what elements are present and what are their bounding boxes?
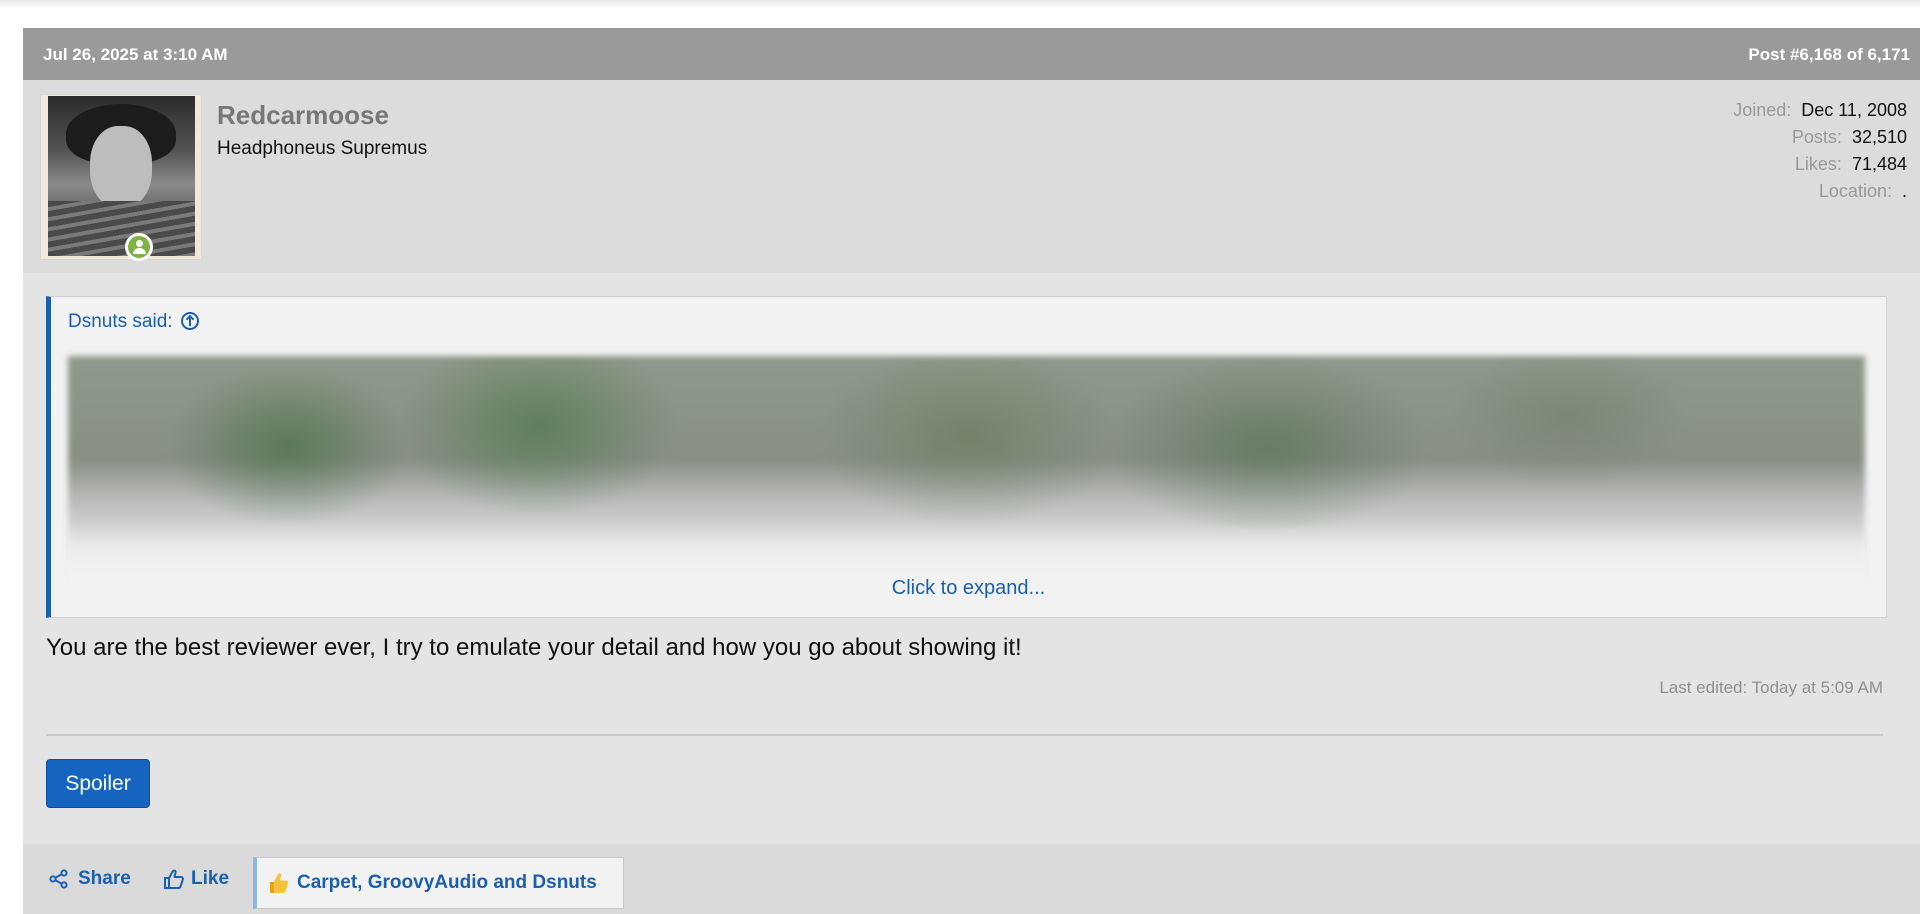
stat-label: Location: [1818,181,1892,201]
stat-value[interactable]: 32,510 [1852,127,1907,147]
avatar-water [48,201,195,256]
stat-value: Dec 11, 2008 [1801,100,1907,120]
stat-posts: Posts: 32,510 [1733,124,1907,151]
stat-value: 71,484 [1851,154,1907,174]
like-label: Like [191,868,230,889]
post-footer: Share Like Carpet, GroovyAudio and Dsnut… [23,844,1920,914]
divider [46,734,1883,736]
user-title: Headphoneus Supremus [217,138,428,159]
click-to-expand-link[interactable]: Click to expand... [51,577,1886,600]
share-label: Share [78,868,131,889]
avatar[interactable] [48,96,195,256]
post-header: Jul 26, 2025 at 3:10 AM Post #6,168 of 6… [23,28,1920,80]
share-button[interactable]: Share [49,844,131,914]
spoiler-button[interactable]: Spoiler [46,759,150,808]
reactions-summary[interactable]: Carpet, GroovyAudio and Dsnuts [253,857,624,909]
stat-likes: Likes: 71,484 [1733,151,1907,178]
stat-location: Location: . [1733,178,1907,205]
like-button[interactable]: Like [163,844,229,914]
stat-value: . [1901,181,1907,201]
post-number[interactable]: Post #6,168 of 6,171 [1748,45,1910,65]
online-status-icon [125,233,153,261]
username[interactable]: Redcarmoose [217,100,389,131]
arrow-up-circle-icon[interactable] [180,312,199,330]
top-shadow [0,0,1920,8]
user-block: Redcarmoose Headphoneus Supremus Joined:… [23,80,1920,273]
reactions-label: Carpet, GroovyAudio and Dsnuts [297,872,597,893]
quote-author[interactable]: Dsnuts said: [68,311,173,332]
thumbs-up-icon [164,869,184,889]
stat-label: Posts: [1791,127,1842,147]
user-stats: Joined: Dec 11, 2008 Posts: 32,510 Likes… [1733,97,1907,205]
last-edited: Last edited: Today at 5:09 AM [1659,678,1883,697]
stat-joined: Joined: Dec 11, 2008 [1733,97,1907,124]
stat-label: Likes: [1794,154,1842,174]
avatar-frame[interactable] [41,95,201,261]
share-icon [49,869,68,889]
avatar-face [90,126,152,208]
post-message: You are the best reviewer ever, I try to… [46,634,1022,661]
post-date[interactable]: Jul 26, 2025 at 3:10 AM [43,45,228,65]
quote-block: Dsnuts said: Click to expand... [46,296,1887,618]
thumbs-up-emoji-icon [270,873,289,893]
stat-label: Joined: [1733,100,1792,120]
quote-attribution[interactable]: Dsnuts said: [68,311,199,333]
